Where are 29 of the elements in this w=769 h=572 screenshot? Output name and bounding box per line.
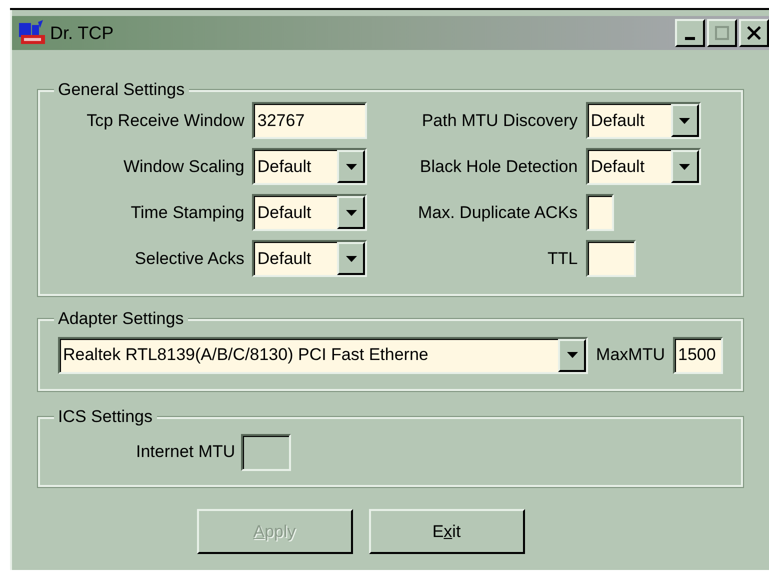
minimize-icon (685, 36, 695, 40)
dropdown-field[interactable]: Realtek RTL8139(A/B/C/8130) PCI Fast Etherne (58, 336, 588, 374)
window-title: Dr. TCP (50, 22, 114, 44)
maximize-button[interactable] (707, 19, 737, 47)
input-field[interactable]: 1500 (673, 336, 723, 374)
field-label: TTL (546, 248, 578, 270)
dropdown-field[interactable]: Default (252, 148, 368, 185)
field-label: Window Scaling (122, 156, 244, 178)
field-label: Time Stamping (130, 202, 244, 224)
dropdown-field[interactable]: Default (252, 240, 368, 277)
maximize-icon (715, 26, 729, 40)
input-field[interactable] (586, 240, 636, 277)
input-field[interactable]: 32767 (252, 102, 368, 139)
dropdown-field[interactable]: Default (586, 148, 701, 185)
field-label: Tcp Receive Window (86, 110, 244, 132)
field-label: Max. Duplicate ACKs (418, 202, 578, 224)
field-label: Selective Acks (134, 248, 244, 270)
input-field[interactable] (586, 194, 614, 231)
dropdown-field[interactable]: Default (586, 102, 701, 139)
field-label: MaxMTU (596, 344, 665, 366)
close-button[interactable] (739, 19, 769, 47)
field-label: Black Hole Detection (418, 156, 578, 178)
minimize-button[interactable] (675, 19, 705, 47)
field-label: Path MTU Discovery (420, 110, 578, 132)
dropdown-field[interactable]: Default (252, 194, 368, 231)
dialog-button[interactable]: Exit (368, 509, 524, 554)
close-icon (747, 26, 761, 40)
field-label: Internet MTU (136, 441, 236, 464)
app-icon (18, 20, 46, 46)
